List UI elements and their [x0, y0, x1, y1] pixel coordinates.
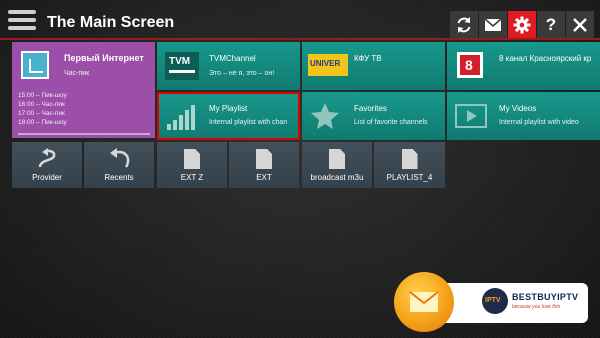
channel-name: КФУ ТВ: [354, 54, 382, 63]
help-button[interactable]: ?: [537, 11, 565, 39]
recents-button[interactable]: Recents: [84, 142, 154, 188]
close-icon: [573, 18, 587, 32]
promo-mail-circle: [394, 272, 454, 332]
close-button[interactable]: [566, 11, 594, 39]
refresh-icon: [457, 17, 471, 33]
mail-icon: [484, 18, 502, 31]
epg-schedule-item: 17:00 – Час-пик: [18, 110, 65, 117]
video-play-icon: [455, 104, 487, 128]
shortcut-label: EXT Z: [180, 173, 204, 182]
shortcut-label: broadcast m3u: [310, 173, 364, 182]
help-icon: ?: [545, 15, 557, 34]
page-title: The Main Screen: [47, 14, 175, 31]
univer-logo-icon: UNIVER: [308, 54, 348, 76]
feature-description: Internal playlist with chan: [209, 119, 288, 126]
mail-button[interactable]: [479, 11, 507, 39]
channel-tile-8-kanal[interactable]: 8 8 канал Красноярский кр: [447, 42, 600, 90]
epg-schedule-item: 15:00 – Пик-шоу: [18, 92, 67, 99]
promo-tagline: because you love this: [512, 304, 561, 310]
iptv-logo-icon: IPTV: [482, 288, 508, 314]
my-videos-tile[interactable]: My Videos Internal playlist with video: [447, 92, 600, 140]
epg-tile[interactable]: Первый Интернет Час-пик 15:00 – Пик-шоу …: [12, 42, 155, 138]
feature-name: My Videos: [499, 104, 537, 113]
feature-name: Favorites: [354, 104, 387, 113]
channel-name: TVMChannel: [209, 54, 256, 63]
signal-bars-icon: [167, 105, 195, 130]
top-bar: The Main Screen ?: [0, 0, 600, 40]
channel-logo-icon: [21, 51, 49, 79]
playlist-ext-z-button[interactable]: EXT Z: [157, 142, 227, 188]
playlist-4-button[interactable]: PLAYLIST_4: [374, 142, 445, 188]
document-icon: [401, 149, 418, 169]
epg-schedule-item: 18:00 – Пик-шоу: [18, 119, 67, 126]
channel-name: 8 канал Красноярский кр: [499, 54, 592, 63]
envelope-icon: [409, 291, 439, 312]
star-icon: [311, 103, 339, 129]
epg-now-playing: Час-пик: [64, 70, 90, 77]
shortcut-label: PLAYLIST_4: [386, 173, 433, 182]
document-icon: [256, 149, 272, 169]
shortcut-label: Recents: [104, 173, 134, 182]
feature-name: My Playlist: [209, 104, 248, 113]
toolbar: ?: [450, 11, 595, 39]
tvm-logo-icon: TVM: [165, 52, 199, 80]
channel-tile-tvmchannel[interactable]: TVM TVMChannel Это – не я, это – он!: [157, 42, 300, 90]
my-playlist-tile[interactable]: My Playlist Internal playlist with chan: [157, 92, 300, 140]
refresh-button[interactable]: [450, 11, 478, 39]
hamburger-menu-icon[interactable]: [8, 10, 36, 32]
settings-gear-icon: [513, 16, 531, 34]
kanal-8-logo-icon: 8: [457, 52, 483, 78]
favorites-tile[interactable]: Favorites List of favorite channels: [302, 92, 445, 140]
document-icon: [329, 149, 345, 169]
epg-channel-name: Первый Интернет: [64, 53, 144, 63]
header-divider: [0, 38, 600, 40]
playlist-ext-button[interactable]: EXT: [229, 142, 299, 188]
feature-description: Internal playlist with video: [499, 119, 579, 126]
promo-badge[interactable]: IPTV BESTBUYIPTV because you love this: [394, 270, 590, 336]
undo-arrow-icon: [110, 148, 130, 168]
promo-brand-text: BESTBUYIPTV: [512, 292, 579, 302]
route-arrow-icon: [38, 148, 56, 168]
settings-button[interactable]: [508, 11, 536, 39]
channel-tile-kfu-tv[interactable]: UNIVER КФУ ТВ: [302, 42, 445, 90]
provider-button[interactable]: Provider: [12, 142, 82, 188]
shortcut-label: EXT: [256, 173, 272, 182]
epg-progress-bar: [18, 133, 150, 135]
channel-description: Это – не я, это – он!: [209, 70, 275, 77]
playlist-broadcast-m3u-button[interactable]: broadcast m3u: [302, 142, 372, 188]
feature-description: List of favorite channels: [354, 119, 428, 126]
document-icon: [184, 149, 200, 169]
shortcut-label: Provider: [32, 173, 62, 182]
epg-schedule-item: 16:00 – Час-пик: [18, 101, 65, 108]
